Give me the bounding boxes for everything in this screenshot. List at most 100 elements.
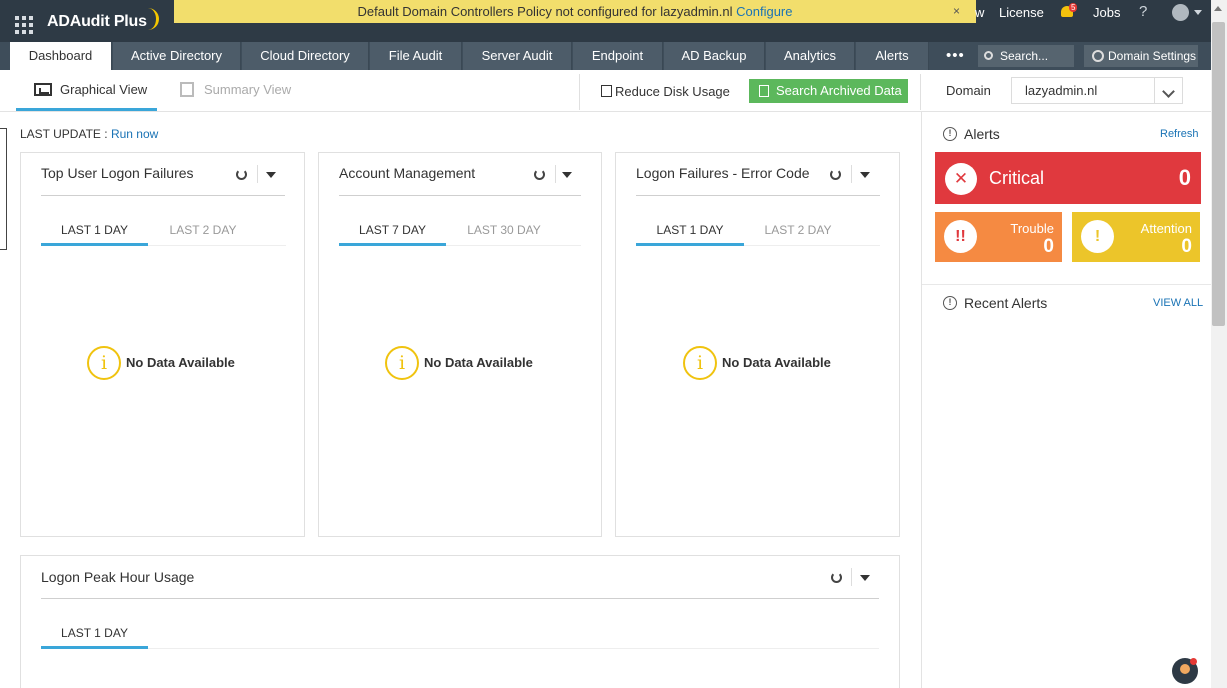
caret-down-icon[interactable] — [860, 575, 870, 581]
no-data-message: No Data Available — [722, 355, 831, 370]
chat-icon[interactable] — [1172, 658, 1198, 684]
reduce-disk-label: Reduce Disk Usage — [615, 84, 730, 99]
period-tab-last-1-day[interactable]: LAST 1 DAY — [41, 214, 148, 246]
alerts-title: Alerts — [964, 126, 1000, 142]
view-all-link[interactable]: VIEW ALL — [1153, 297, 1203, 309]
tab-endpoint[interactable]: Endpoint — [573, 42, 663, 70]
chevron-down-icon[interactable] — [1154, 78, 1182, 103]
title-divider — [41, 195, 285, 196]
scrollbar-thumb[interactable] — [1212, 22, 1225, 326]
widget-account-management: Account Management LAST 7 DAY LAST 30 DA… — [318, 152, 602, 537]
top-header: ADAudit Plus Default Domain Controllers … — [0, 0, 1227, 42]
partial-header-link[interactable]: w — [975, 5, 984, 20]
archive-icon — [759, 85, 769, 97]
refresh-link[interactable]: Refresh — [1160, 128, 1199, 140]
trouble-alert-card[interactable]: !! Trouble 0 — [935, 212, 1062, 262]
period-tab-last-1-day[interactable]: LAST 1 DAY — [41, 617, 148, 649]
domain-label: Domain — [946, 83, 991, 98]
refresh-icon[interactable] — [830, 169, 841, 180]
period-tab-last-2-day[interactable]: LAST 2 DAY — [148, 214, 258, 246]
double-exclamation-icon: !! — [944, 220, 977, 253]
trouble-label: Trouble — [1010, 221, 1054, 236]
domain-settings-label: Domain Settings — [1108, 49, 1197, 63]
app-grid-icon[interactable] — [15, 16, 33, 34]
help-icon[interactable]: ? — [1139, 3, 1147, 20]
left-edge-handle[interactable] — [0, 128, 7, 250]
widget-title: Account Management — [339, 165, 476, 181]
notice-banner: Default Domain Controllers Policy not co… — [174, 0, 976, 23]
period-tab-last-1-day[interactable]: LAST 1 DAY — [636, 214, 744, 246]
widget-title: Logon Failures - Error Code — [636, 165, 810, 181]
title-divider — [636, 195, 880, 196]
tab-dashboard[interactable]: Dashboard — [10, 42, 112, 70]
logo-swoosh-icon — [143, 8, 159, 30]
gear-icon — [1092, 50, 1104, 62]
tab-alerts[interactable]: Alerts — [856, 42, 929, 70]
exclamation-icon: ! — [1081, 220, 1114, 253]
disk-icon — [601, 85, 612, 97]
graphical-view-tab[interactable]: Graphical View — [60, 82, 147, 97]
license-link[interactable]: License — [999, 5, 1044, 20]
toolbar-divider — [920, 74, 921, 110]
refresh-icon[interactable] — [831, 572, 842, 583]
notice-text: Default Domain Controllers Policy not co… — [357, 4, 733, 19]
recent-alerts-title: Recent Alerts — [964, 295, 1048, 311]
close-icon[interactable]: × — [953, 0, 960, 23]
configure-link[interactable]: Configure — [736, 4, 792, 19]
chevron-down-icon[interactable] — [1194, 10, 1202, 15]
domain-settings-button[interactable]: Domain Settings — [1084, 45, 1198, 67]
period-tabs: LAST 1 DAY — [41, 617, 879, 649]
period-tab-last-2-day[interactable]: LAST 2 DAY — [744, 214, 852, 246]
user-avatar-icon[interactable] — [1172, 4, 1189, 21]
run-now-link[interactable]: Run now — [111, 127, 158, 141]
period-tab-last-7-day[interactable]: LAST 7 DAY — [339, 214, 446, 246]
refresh-icon[interactable] — [534, 169, 545, 180]
critical-alert-card[interactable]: ✕ Critical 0 — [935, 152, 1201, 204]
info-icon: i — [683, 346, 717, 380]
attention-label: Attention — [1140, 221, 1192, 236]
tab-analytics[interactable]: Analytics — [766, 42, 855, 70]
caret-down-icon[interactable] — [266, 172, 276, 178]
panel-divider — [922, 284, 1212, 285]
title-divider — [41, 598, 879, 599]
alerts-panel: ! Alerts Refresh ✕ Critical 0 !! Trouble… — [921, 112, 1212, 688]
tab-ad-backup[interactable]: AD Backup — [664, 42, 765, 70]
info-icon: i — [385, 346, 419, 380]
critical-count: 0 — [1178, 165, 1191, 190]
last-update-label: LAST UPDATE : — [20, 127, 108, 141]
search-input[interactable]: Search... — [978, 45, 1074, 67]
caret-down-icon[interactable] — [562, 172, 572, 178]
title-divider — [339, 195, 581, 196]
bell-icon[interactable]: 5 — [1060, 3, 1078, 19]
divider — [851, 568, 852, 586]
reduce-disk-usage-button[interactable]: Reduce Disk Usage — [601, 84, 730, 99]
refresh-icon[interactable] — [236, 169, 247, 180]
caret-down-icon[interactable] — [860, 172, 870, 178]
search-archived-data-button[interactable]: Search Archived Data — [749, 79, 908, 103]
chat-notification-dot — [1190, 658, 1197, 665]
jobs-link[interactable]: Jobs — [1093, 5, 1120, 20]
no-data-message: No Data Available — [424, 355, 533, 370]
period-tabs: LAST 1 DAY LAST 2 DAY — [41, 214, 286, 246]
attention-count: 0 — [1181, 236, 1192, 257]
divider — [851, 165, 852, 183]
alert-info-icon: ! — [943, 127, 957, 141]
document-icon — [180, 82, 194, 97]
period-tab-last-30-day[interactable]: LAST 30 DAY — [446, 214, 562, 246]
tab-server-audit[interactable]: Server Audit — [463, 42, 572, 70]
more-icon[interactable]: ••• — [946, 42, 965, 70]
divider — [257, 165, 258, 183]
tab-file-audit[interactable]: File Audit — [370, 42, 462, 70]
notification-badge: 5 — [1069, 3, 1078, 12]
widget-logon-peak-hour-usage: Logon Peak Hour Usage LAST 1 DAY — [20, 555, 900, 688]
scroll-up-icon[interactable] — [1214, 6, 1222, 11]
domain-select[interactable]: lazyadmin.nl — [1011, 77, 1183, 104]
attention-alert-card[interactable]: ! Attention 0 — [1072, 212, 1200, 262]
chart-icon — [34, 83, 52, 96]
summary-view-tab[interactable]: Summary View — [204, 82, 291, 97]
tab-cloud-directory[interactable]: Cloud Directory — [242, 42, 369, 70]
domain-select-value: lazyadmin.nl — [1025, 83, 1098, 98]
trouble-count: 0 — [1043, 236, 1054, 257]
tab-active-directory[interactable]: Active Directory — [113, 42, 241, 70]
view-toolbar: Graphical View Summary View Reduce Disk … — [0, 70, 1212, 112]
